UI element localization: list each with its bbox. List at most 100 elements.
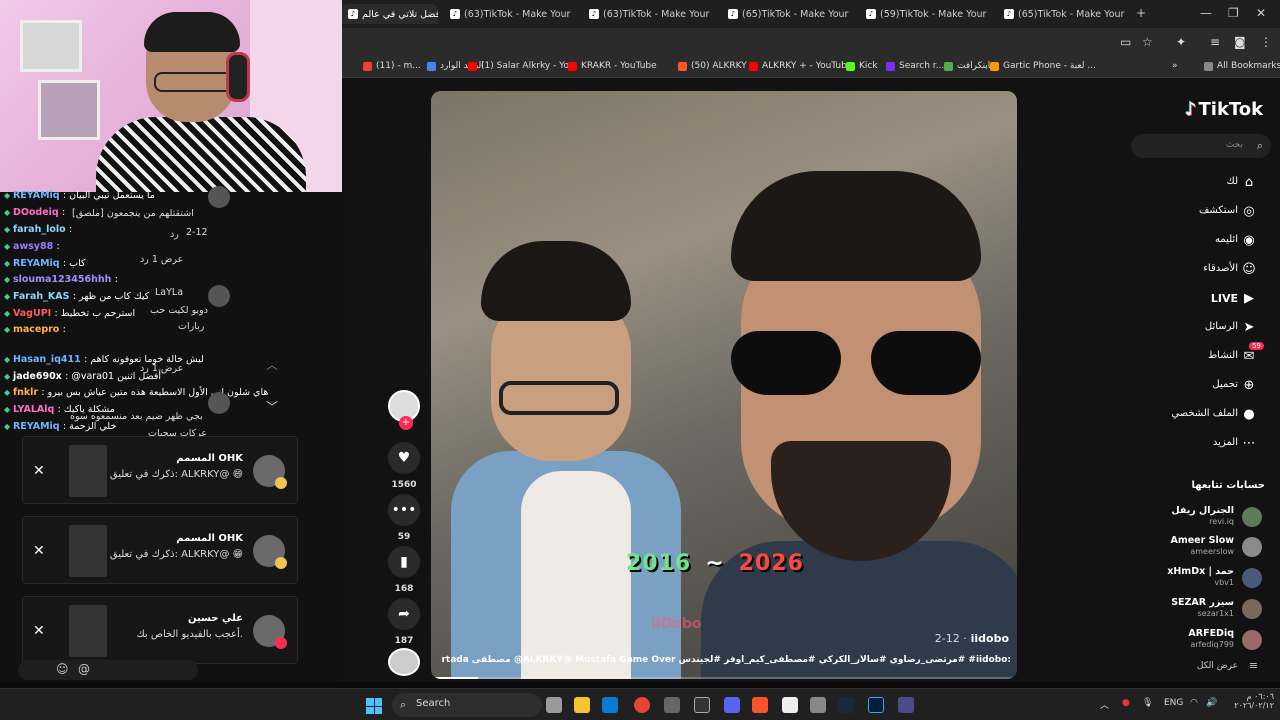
close-icon[interactable]: ✕ [33,623,45,639]
tray-app-icon[interactable]: ● [1122,698,1130,708]
followed-account[interactable]: SEZAR سيزر sezar1x1 [1130,595,1270,623]
browser-tab[interactable]: ♪(59)TikTok - Make Your D...✕ [860,4,990,24]
emoji-icon[interactable]: ☺ [56,662,69,676]
bookmark-item[interactable]: Gartic Phone - لعبة ... [990,61,1096,71]
nav-more[interactable]: المزيد ⋯ [1130,433,1270,455]
chrome-icon[interactable] [634,697,650,713]
notification-avatar[interactable] [253,535,287,569]
bookmark-star-icon[interactable]: ☆ [1142,35,1153,49]
nav-activity[interactable]: النشاط ✉ 59 [1130,342,1270,368]
close-icon[interactable]: ✕ [33,543,45,559]
taskbar-search[interactable]: ⌕ Search [392,693,542,717]
browser-tab[interactable]: ♪(63)TikTok - Make Your D...✕ [444,4,574,24]
comment-avatar[interactable] [208,285,230,307]
profile-avatar-icon[interactable]: ◙ [1234,35,1246,49]
heart-icon[interactable]: ♥ [388,442,420,474]
followed-account[interactable]: xHmDx | حمد vbv1 [1130,564,1270,592]
video-thumbnail[interactable] [69,525,107,577]
bookmarks-overflow-icon[interactable]: » [1172,61,1178,71]
notification-card[interactable]: ✕ المسمم OHK ذكرك في تعليق: ALKRKY@ 😁 [22,516,298,584]
new-tab-button[interactable]: + [1136,6,1146,20]
nav-profile[interactable]: الملف الشخصي ● [1130,404,1270,426]
close-window-icon[interactable]: ✕ [1256,6,1266,20]
app-icon[interactable] [694,697,710,713]
scroll-down-icon[interactable]: ﹀ [266,398,278,415]
wifi-icon[interactable]: ◠ [1190,698,1198,708]
nav-upload[interactable]: تحميل ⊕ [1130,375,1270,397]
photoshop-icon[interactable] [868,697,884,713]
followed-account[interactable]: الجنرال ريفل revi.iq [1130,503,1270,531]
all-bookmarks[interactable]: All Bookmarks [1204,61,1280,71]
save-action[interactable]: ▮ 168 [384,546,424,594]
nav-following[interactable]: ائليمه ◉ [1130,230,1270,252]
comment-avatar[interactable] [208,186,230,208]
app-icon[interactable] [782,697,798,713]
followed-account[interactable]: ARFEDiq arfediq799 [1130,626,1270,654]
scroll-up-icon[interactable]: ︿ [266,356,278,373]
sound-disc-avatar[interactable] [388,648,420,676]
video-thumbnail[interactable] [69,445,107,497]
language-indicator[interactable]: ENG [1164,698,1183,708]
app-icon[interactable] [664,697,680,713]
restore-icon[interactable]: ❐ [1228,6,1239,20]
bookmark-item[interactable]: (1) Salar Alkrky - Yo... [468,61,577,71]
nav-explore[interactable]: استكشف ◎ [1130,201,1270,223]
bookmark-item[interactable]: ماينكرافت [944,61,995,71]
comment-icon[interactable]: ••• [388,494,420,526]
comment-avatar[interactable] [208,392,230,414]
discord-icon[interactable] [724,697,740,713]
followed-account[interactable]: Ameer Slow ameerslow [1130,533,1270,561]
search-input[interactable]: بحث ⌕ [1131,134,1271,158]
like-action[interactable]: ♥ 1560 [384,442,424,490]
app-icon[interactable] [898,697,914,713]
minimize-icon[interactable]: — [1200,6,1212,20]
browser-tab[interactable]: ♪(65)TikTok - Make Your D...✕ [722,4,852,24]
video-author[interactable]: 2-12 · iidobo [935,632,1009,645]
windows-start-icon[interactable] [366,698,382,714]
author-name[interactable]: iidobo [971,632,1009,645]
nav-for-you[interactable]: لك ⌂ [1130,172,1270,194]
video-progress-bar[interactable] [431,677,1017,679]
follow-plus-icon[interactable]: + [399,416,413,430]
bookmark-item[interactable]: ALKRKY + - YouTube [749,61,852,71]
brave-icon[interactable] [752,697,768,713]
video-player[interactable]: 2016 ~2026 iiDobo 2-12 · iidobo :iidobo# … [431,91,1017,679]
nav-messages[interactable]: الرسائل ➤ [1130,317,1270,339]
tiktok-logo[interactable]: ♪ TikTok [1185,99,1263,120]
bookmark-item[interactable]: KRAKR - YouTube [568,61,657,71]
browser-tab[interactable]: ♪(65)TikTok - Make Your D...✕ [998,4,1128,24]
nav-live[interactable]: LIVE ▶ [1130,288,1270,310]
task-view-icon[interactable] [546,697,562,713]
nav-friends[interactable]: الأصدقاء ☺ [1130,259,1270,281]
tray-overflow-icon[interactable]: ︿ [1100,698,1109,711]
browser-tab[interactable]: ♪(63)TikTok - Make Your D...✕ [583,4,713,24]
bookmark-item[interactable]: Search r... [886,61,944,71]
close-icon[interactable]: ✕ [33,463,45,479]
clock[interactable]: ٠٦:٠٦ م ٢٠٢٦/٠٢/١٢ [1222,692,1274,710]
bookmark-item[interactable]: (11) - m... [363,61,421,71]
app-icon[interactable] [602,697,618,713]
reading-list-icon[interactable]: ≡ [1210,35,1220,49]
bookmark-icon[interactable]: ▮ [388,546,420,578]
comment-input[interactable] [18,660,198,680]
app-icon[interactable] [810,697,826,713]
notification-card[interactable]: ✕ المسمم OHK ذكرك في تعليق: ALKRKY@ 😄 [22,436,298,504]
bookmark-item[interactable]: Kick [846,61,878,71]
file-explorer-icon[interactable] [574,697,590,713]
creator-avatar[interactable]: + [388,390,420,430]
share-action[interactable]: ➦ 187 [384,598,424,646]
menu-kebab-icon[interactable]: ⋮ [1260,35,1272,49]
video-caption[interactable]: :iidobo# #مرتضى_رضاوي #سالار_الكركي #مصط… [441,655,1011,665]
cast-icon[interactable]: ▭ [1120,35,1131,49]
microphone-icon[interactable]: 🎙 [1142,698,1153,708]
bookmark-item[interactable]: (50) ALKRKY [678,61,747,71]
notification-avatar[interactable] [253,455,287,489]
volume-icon[interactable]: 🔊 [1206,698,1217,708]
notification-avatar[interactable] [253,615,287,649]
browser-tab[interactable]: ♪أفضل تلاتي في عالم ...✕ [342,4,438,24]
share-icon[interactable]: ➦ [388,598,420,630]
mention-icon[interactable]: @ [78,662,90,676]
notification-card[interactable]: ✕ علي حسين أعجب بالفيديو الخاص بك. [22,596,298,664]
comment-action[interactable]: ••• 59 [384,494,424,542]
search-icon[interactable]: ⌕ [1257,139,1263,153]
